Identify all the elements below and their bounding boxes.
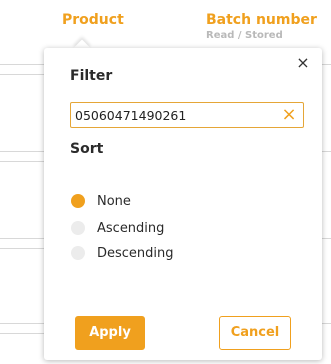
column-subheader-read-stored: Read / Stored [206, 30, 283, 41]
filter-sort-popover: × Filter × Sort None Ascending Descendin… [44, 48, 322, 360]
table-row-divider [322, 64, 331, 65]
filter-title: Filter [70, 68, 113, 84]
sort-option-none[interactable]: None [71, 191, 131, 211]
cancel-button[interactable]: Cancel [219, 316, 291, 350]
sort-option-label: Ascending [97, 220, 165, 236]
apply-button[interactable]: Apply [75, 316, 145, 350]
column-header-batch-number[interactable]: Batch number [206, 12, 317, 28]
table-row-divider [322, 238, 331, 239]
filter-input[interactable] [75, 105, 275, 125]
clear-icon[interactable]: × [281, 105, 297, 125]
table-row-divider [322, 323, 331, 324]
table-row-divider [0, 74, 44, 75]
sort-option-descending[interactable]: Descending [71, 243, 174, 263]
radio-unselected-icon[interactable] [71, 246, 85, 260]
table-row-divider [0, 333, 44, 334]
table-row-divider [0, 248, 44, 249]
sort-option-label: Descending [97, 245, 174, 261]
radio-selected-icon[interactable] [71, 194, 85, 208]
sort-option-ascending[interactable]: Ascending [71, 218, 164, 238]
table-row-divider [0, 151, 44, 152]
table-row-divider [0, 161, 44, 162]
table-row-divider [0, 64, 44, 65]
table-row-divider [322, 151, 331, 152]
sort-title: Sort [70, 141, 104, 157]
table-row-divider [0, 323, 44, 324]
table-row-divider [0, 238, 44, 239]
filter-field: × [70, 102, 304, 128]
column-header-product[interactable]: Product [62, 12, 124, 28]
sort-option-label: None [97, 193, 131, 209]
radio-unselected-icon[interactable] [71, 221, 85, 235]
close-icon[interactable]: × [294, 54, 312, 72]
